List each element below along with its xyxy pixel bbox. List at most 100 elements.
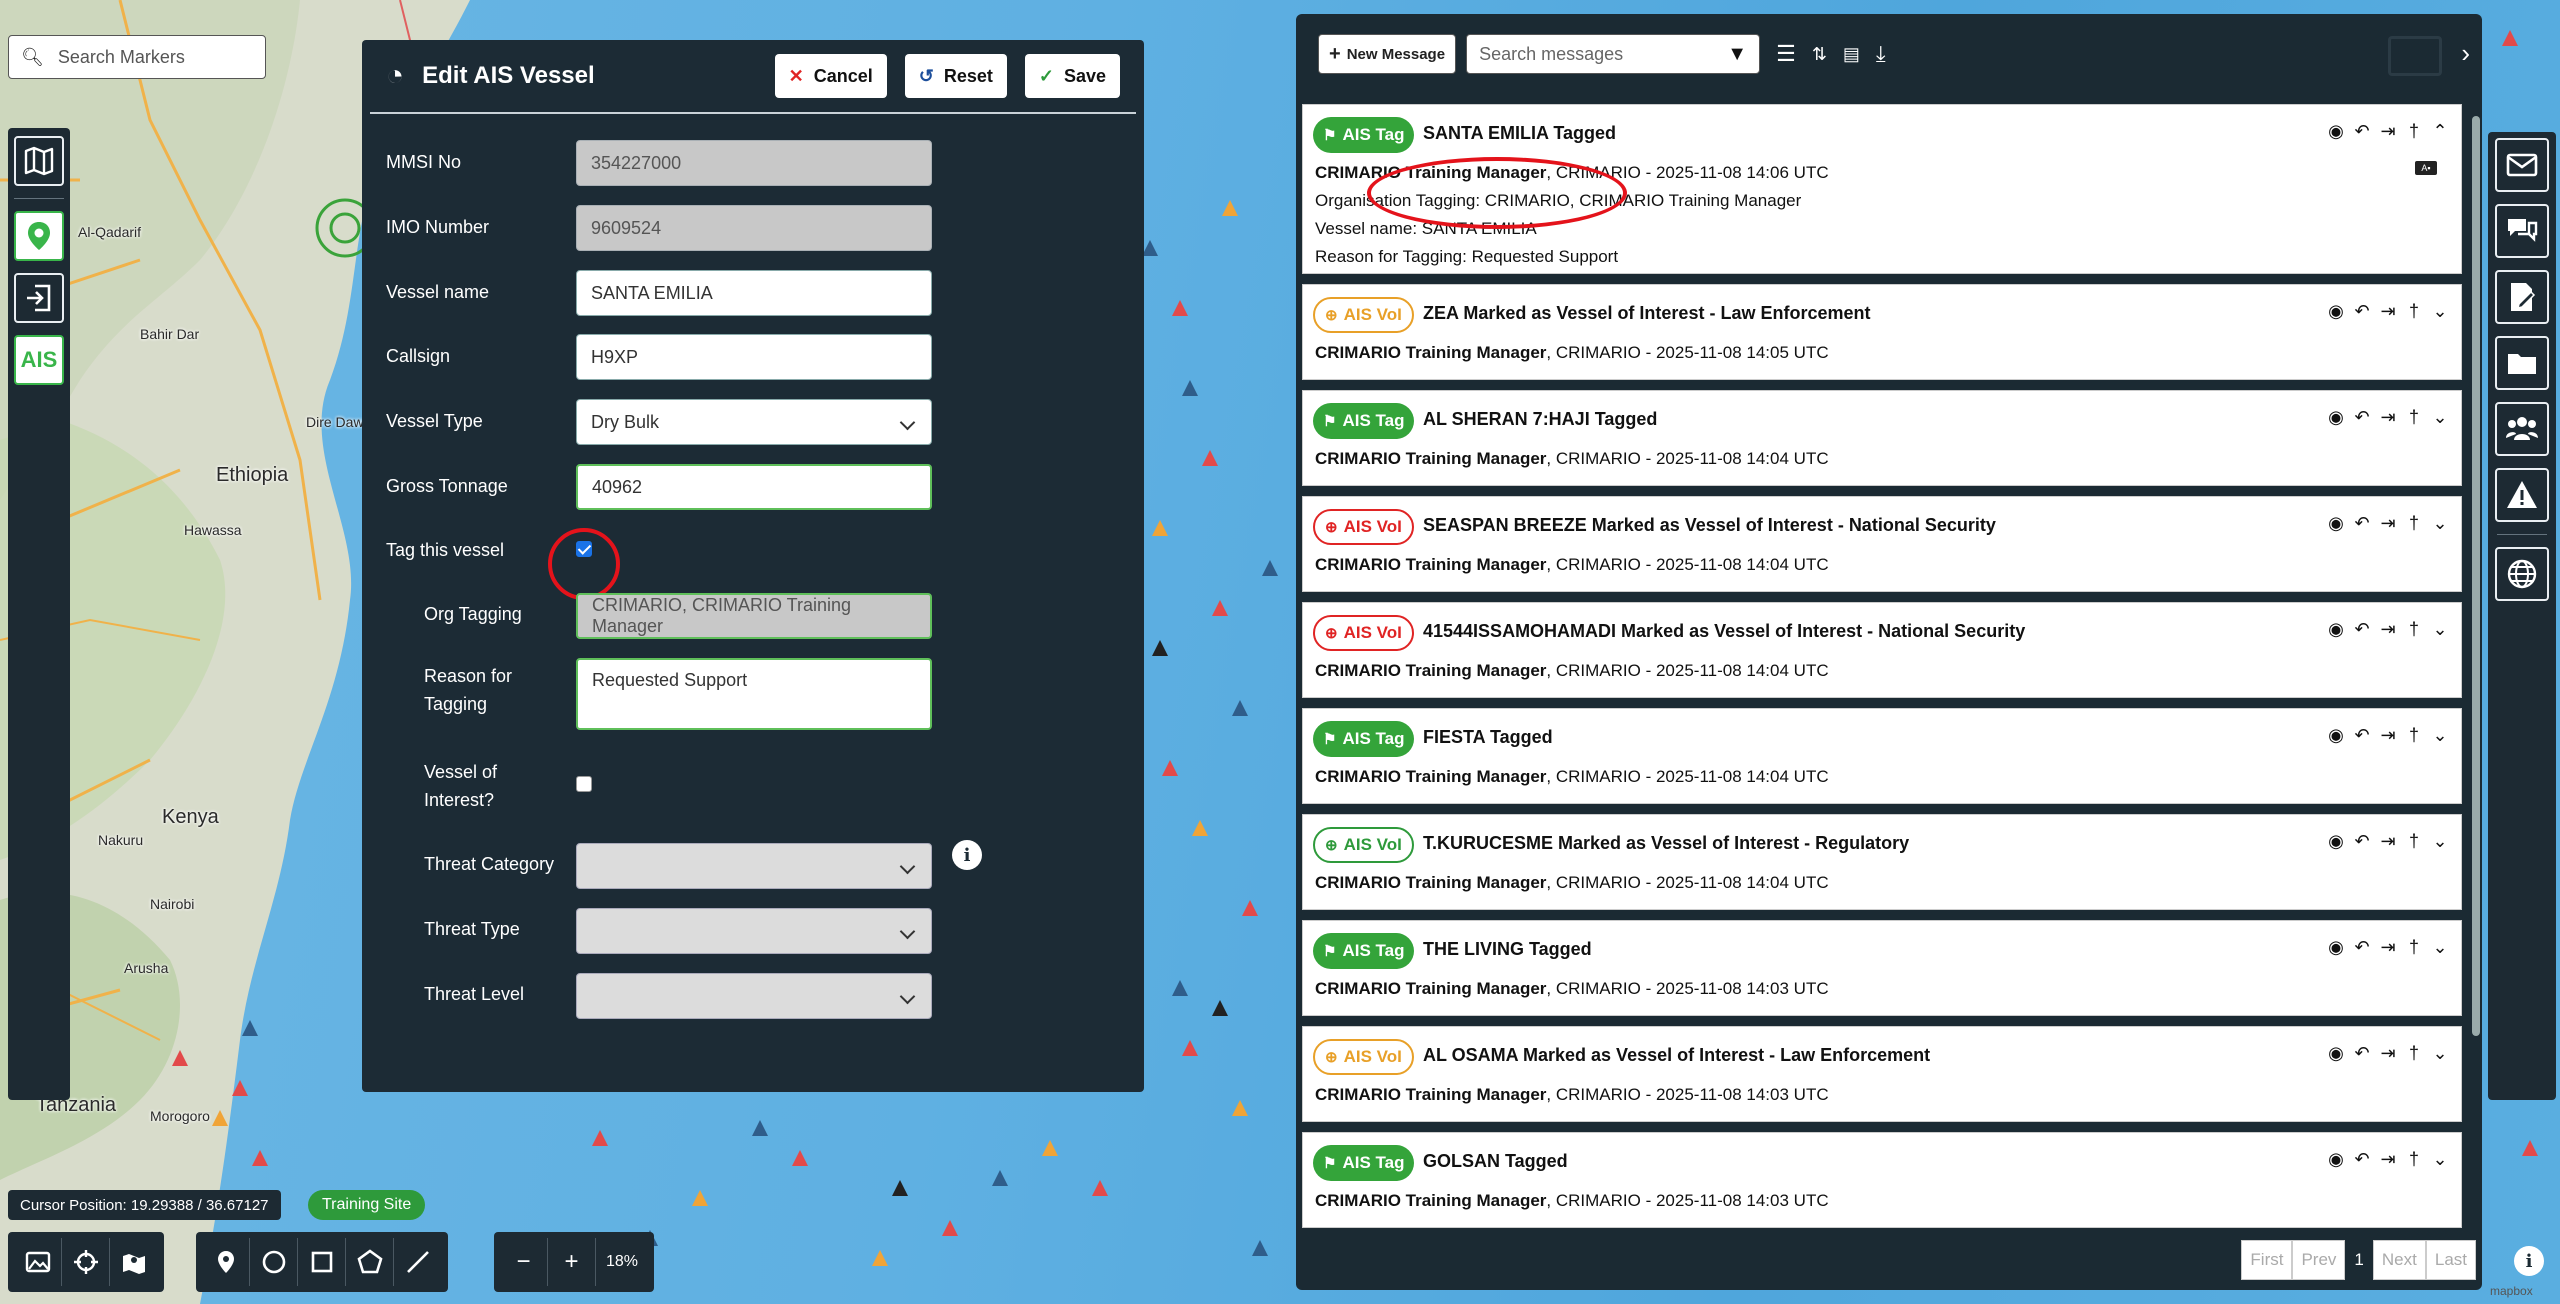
list-icon[interactable]: ☰	[1776, 41, 1796, 67]
edit-document-button[interactable]	[2495, 270, 2549, 324]
share-icon[interactable]: ⇥	[2379, 407, 2397, 428]
map-marker-tool-button[interactable]	[110, 1238, 158, 1286]
draw-circle-button[interactable]	[250, 1238, 298, 1286]
chevron-down-icon[interactable]: ⌄	[2431, 831, 2449, 852]
tag-vessel-checkbox[interactable]	[576, 541, 592, 557]
reply-icon[interactable]: ↶	[2353, 937, 2371, 958]
chevron-down-icon[interactable]: ⌄	[2431, 937, 2449, 958]
share-icon[interactable]: ⇥	[2379, 619, 2397, 640]
sort-icon[interactable]: ⇅	[1812, 44, 1827, 65]
pin-icon[interactable]: †	[2405, 407, 2423, 428]
pager-next[interactable]: Next	[2372, 1240, 2426, 1280]
threat-level-select[interactable]	[576, 973, 932, 1019]
zoom-in-button[interactable]: +	[548, 1238, 596, 1286]
message-card[interactable]: ⚑ AIS Tag GOLSAN Tagged ◉ ↶ ⇥ † ⌄ CRIMARIO Tr…	[1302, 1132, 2462, 1228]
pin-icon[interactable]: †	[2405, 1043, 2423, 1064]
vessel-type-select[interactable]: Dry Bulk	[576, 399, 932, 445]
locate-icon[interactable]: ◉	[2327, 937, 2345, 958]
chevron-right-icon[interactable]: ›	[2461, 38, 2470, 69]
pager-prev[interactable]: Prev	[2292, 1240, 2346, 1280]
reply-icon[interactable]: ↶	[2353, 831, 2371, 852]
chevron-down-icon[interactable]: ⌄	[2431, 1043, 2449, 1064]
chevron-down-icon[interactable]: ⌄	[2431, 301, 2449, 322]
share-icon[interactable]: ⇥	[2379, 301, 2397, 322]
files-button[interactable]	[2495, 336, 2549, 390]
vessel-name-field[interactable]: SANTA EMILIA	[576, 270, 932, 316]
search-markers-input[interactable]	[57, 46, 248, 68]
chevron-down-icon[interactable]: ⌄	[2431, 619, 2449, 640]
vessel-of-interest-checkbox[interactable]	[576, 776, 592, 792]
chevron-down-icon[interactable]: ⌄	[2431, 1149, 2449, 1170]
message-card[interactable]: ⊕ AIS VoI SEASPAN BREEZE Marked as Vessel…	[1302, 496, 2462, 592]
share-icon[interactable]: ⇥	[2379, 121, 2397, 142]
chevron-down-icon[interactable]: ⌄	[2431, 513, 2449, 534]
reason-for-tagging-textarea[interactable]: Requested Support	[576, 658, 932, 730]
reply-icon[interactable]: ↶	[2353, 301, 2371, 322]
share-icon[interactable]: ⇥	[2379, 1149, 2397, 1170]
zoom-out-button[interactable]: −	[500, 1238, 548, 1286]
message-card[interactable]: ⊕ AIS VoI 41544ISSAMOHAMADI Marked as Ves…	[1302, 602, 2462, 698]
info-icon[interactable]: i	[952, 840, 982, 870]
reply-icon[interactable]: ↶	[2353, 1043, 2371, 1064]
info-icon[interactable]: i	[2514, 1246, 2544, 1276]
pin-icon[interactable]: †	[2405, 725, 2423, 746]
pager-last[interactable]: Last	[2425, 1240, 2476, 1280]
share-icon[interactable]: ⇥	[2379, 831, 2397, 852]
chevron-down-icon[interactable]: ⌄	[2431, 407, 2449, 428]
locate-icon[interactable]: ◉	[2327, 301, 2345, 322]
threat-type-select[interactable]	[576, 908, 932, 954]
message-card[interactable]: ⚑ AIS Tag AL SHERAN 7:HAJI Tagged ◉ ↶ ⇥ † ⌄ C…	[1302, 390, 2462, 486]
pin-icon[interactable]: †	[2405, 301, 2423, 322]
reset-button[interactable]: ↺ Reset	[904, 54, 1007, 98]
pager-first[interactable]: First	[2241, 1240, 2293, 1280]
draw-polygon-button[interactable]	[346, 1238, 394, 1286]
message-card[interactable]: ⊕ AIS VoI AL OSAMA Marked as Vessel of In…	[1302, 1026, 2462, 1122]
pin-icon[interactable]: †	[2405, 619, 2423, 640]
locate-icon[interactable]: ◉	[2327, 619, 2345, 640]
message-card[interactable]: ⊕ AIS VoI ZEA Marked as Vessel of Interes…	[1302, 284, 2462, 380]
markers-button[interactable]	[14, 211, 64, 261]
pin-icon[interactable]: †	[2405, 121, 2423, 142]
chevron-down-icon[interactable]: ⌄	[2431, 725, 2449, 746]
message-card[interactable]: ⚑ AIS Tag THE LIVING Tagged ◉ ↶ ⇥ † ⌄ CRIMARI…	[1302, 920, 2462, 1016]
locate-icon[interactable]: ◉	[2327, 831, 2345, 852]
message-card[interactable]: ⚑ AIS Tag SANTA EMILIA Tagged ◉ ↶ ⇥ † ⌃ A▪ CR…	[1302, 104, 2462, 274]
draw-line-button[interactable]	[394, 1238, 442, 1286]
message-list-scrollbar[interactable]	[2472, 116, 2480, 1036]
image-tool-button[interactable]	[14, 1238, 62, 1286]
pin-icon[interactable]: †	[2405, 513, 2423, 534]
globe-button[interactable]	[2495, 547, 2549, 601]
locate-icon[interactable]: ◉	[2327, 1149, 2345, 1170]
share-icon[interactable]: ⇥	[2379, 937, 2397, 958]
crosshair-tool-button[interactable]	[62, 1238, 110, 1286]
chat-button[interactable]	[2495, 204, 2549, 258]
pager-current-page[interactable]: 1	[2345, 1240, 2373, 1280]
pin-icon[interactable]: †	[2405, 1149, 2423, 1170]
gross-tonnage-field[interactable]: 40962	[576, 464, 932, 510]
share-icon[interactable]: ⇥	[2379, 513, 2397, 534]
locate-icon[interactable]: ◉	[2327, 407, 2345, 428]
download-icon[interactable]: ⤓	[1876, 41, 1886, 67]
draw-point-button[interactable]	[202, 1238, 250, 1286]
map-layers-button[interactable]	[14, 136, 64, 186]
ais-button[interactable]: AIS	[14, 335, 64, 385]
pin-icon[interactable]: †	[2405, 831, 2423, 852]
message-search-box[interactable]: ▼	[1466, 34, 1761, 74]
message-search-input[interactable]	[1479, 43, 1728, 65]
locate-icon[interactable]: ◉	[2327, 513, 2345, 534]
reply-icon[interactable]: ↶	[2353, 725, 2371, 746]
locate-icon[interactable]: ◉	[2327, 1043, 2345, 1064]
pin-icon[interactable]: †	[2405, 937, 2423, 958]
locate-icon[interactable]: ◉	[2327, 121, 2345, 142]
reply-icon[interactable]: ↶	[2353, 121, 2371, 142]
search-markers-box[interactable]: 🔍︎	[8, 35, 266, 79]
cancel-button[interactable]: ✕ Cancel	[774, 54, 887, 98]
login-button[interactable]	[14, 273, 64, 323]
new-message-button[interactable]: + New Message	[1318, 34, 1457, 74]
alerts-button[interactable]	[2495, 468, 2549, 522]
locate-icon[interactable]: ◉	[2327, 725, 2345, 746]
message-card[interactable]: ⊕ AIS VoI T.KURUCESME Marked as Vessel of…	[1302, 814, 2462, 910]
id-card-icon[interactable]: ▤	[1843, 44, 1860, 65]
share-icon[interactable]: ⇥	[2379, 1043, 2397, 1064]
share-icon[interactable]: ⇥	[2379, 725, 2397, 746]
